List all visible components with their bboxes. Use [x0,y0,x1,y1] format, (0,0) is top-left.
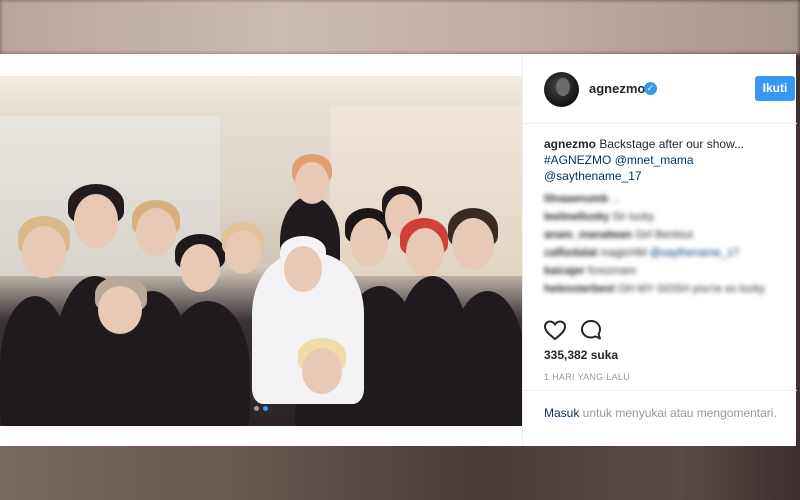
post-photo[interactable] [0,76,522,426]
person-head [284,246,322,292]
caption-text: Backstage after our show... [596,137,745,151]
post-header: agnezmo ✓ Ikuti [523,54,797,124]
person-head [180,244,220,292]
comment-icon[interactable] [579,318,605,344]
person-head [452,218,494,270]
follow-button[interactable]: Ikuti [755,76,795,101]
comment-text: OH MY GOSH you're so lucky [618,283,765,295]
avatar-face [556,78,570,96]
background-top-blur [0,0,800,54]
comment-username[interactable]: leelinellusky [544,211,609,223]
person-head [225,230,261,274]
background-bottom-blur [0,446,800,500]
comment-text: fcrezmam [588,265,637,277]
comment-username[interactable]: lilnaaenumb [544,193,608,205]
person-head [406,228,444,276]
login-prompt-text: Masuk untuk menyukai atau mengomentari. [544,404,784,422]
comment-username[interactable]: caflizdalat [544,247,597,259]
verified-badge-icon: ✓ [644,82,657,95]
comment-username[interactable]: anam_manalwan [544,229,632,241]
person-head [136,208,176,256]
person-head [302,348,342,394]
comment-item: caflizdalat magicHM @saythename_17 [544,244,789,262]
login-link[interactable]: Masuk [544,406,579,420]
comment-text: Girl Bentoul [635,229,693,241]
post-caption: agnezmo Backstage after our show... #AGN… [544,136,789,184]
comment-text: magicHM [600,247,647,259]
comment-text: ... [611,193,621,205]
carousel-dot[interactable] [254,406,259,411]
comment-item: lilnaaenumb ... [544,190,789,208]
like-count[interactable]: 335,382 suka [544,348,618,362]
login-prompt-suffix: untuk menyukai atau mengomentari. [579,406,777,420]
comment-username[interactable]: kaicajer [544,265,585,277]
avatar[interactable] [544,72,579,107]
post-actions [543,318,623,346]
person-head [295,162,329,204]
comment-list: lilnaaenumb ... leelinellusky Sir lucky … [544,190,789,314]
carousel-dot-active[interactable] [263,406,268,411]
person-figure [165,301,250,426]
carousel-dots [254,406,268,411]
username-link[interactable]: agnezmo [589,81,645,96]
comment-item: helessterbest OH MY GOSH you're so lucky [544,280,789,298]
person-figure [450,291,522,426]
comment-item: kaicajer fcrezmam [544,262,789,280]
comment-mention[interactable]: @saythename_17 [650,247,739,259]
post-side-panel: agnezmo ✓ Ikuti agnezmo Backstage after … [522,54,797,446]
caption-mention[interactable]: @saythename_17 [544,169,642,183]
comment-item: leelinellusky Sir lucky [544,208,789,226]
person-head [22,226,66,278]
comment-item: anam_manalwan Girl Bentoul [544,226,789,244]
person-head [74,194,118,248]
caption-username[interactable]: agnezmo [544,137,596,151]
person-head [98,286,142,334]
caption-hashtag[interactable]: #AGNEZMO [544,153,611,167]
login-prompt: Masuk untuk menyukai atau mengomentari. [523,390,797,446]
comment-username[interactable]: helessterbest [544,283,615,295]
instagram-post-card: agnezmo ✓ Ikuti agnezmo Backstage after … [0,54,797,446]
caption-mention[interactable]: @mnet_mama [615,153,694,167]
comment-text: Sir lucky [612,211,655,223]
post-timestamp[interactable]: 1 HARI YANG LALU [544,372,630,382]
person-head [350,218,388,266]
heart-icon[interactable] [543,318,569,344]
